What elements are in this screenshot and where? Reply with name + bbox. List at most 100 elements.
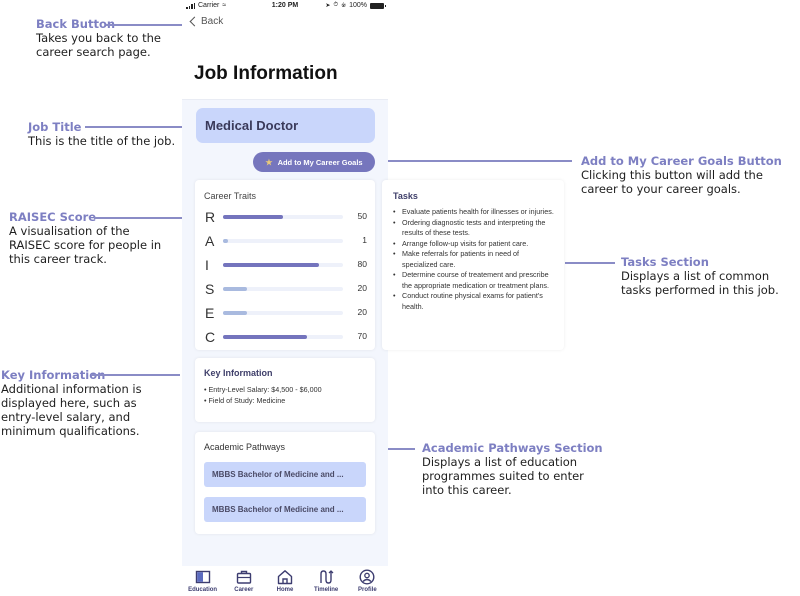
- trait-row: S 20: [205, 281, 367, 297]
- trait-bar-track: [223, 239, 343, 243]
- trait-bar-track: [223, 287, 343, 291]
- tab-label: Timeline: [314, 587, 339, 593]
- trait-letter: R: [205, 209, 216, 225]
- annotation-description: Displays a list of common tasks performe…: [621, 269, 779, 297]
- trait-bar-fill: [223, 239, 228, 243]
- tab-label: Education: [188, 587, 218, 593]
- tab-bar: Education Career Home Timeline Profile: [182, 566, 388, 596]
- tasks-card: Tasks Evaluate patients health for illne…: [382, 180, 564, 350]
- profile-icon: [359, 569, 375, 585]
- key-information-title: Key Information: [204, 368, 273, 378]
- annotation-connector: [388, 448, 415, 450]
- academic-pathways-card: Academic Pathways MBBS Bachelor of Medic…: [195, 432, 375, 534]
- trait-row: I 80: [205, 257, 367, 273]
- trait-value: 50: [357, 211, 367, 221]
- academic-pathways-title: Academic Pathways: [204, 442, 286, 452]
- annotation-connector: [565, 262, 615, 264]
- header-area: [182, 0, 388, 100]
- trait-letter: S: [205, 281, 215, 297]
- trait-bar-fill: [223, 287, 247, 291]
- battery-percent: 100%: [349, 2, 367, 9]
- status-bar: Carrier ≈ 1:20 PM ➤ ⏱ ※ 100%: [182, 2, 388, 13]
- battery-icon: [370, 2, 386, 9]
- briefcase-icon: [236, 570, 251, 584]
- annotation-connector: [94, 217, 182, 219]
- annotation-academic-pathways: Academic Pathways Section Displays a lis…: [422, 441, 603, 497]
- tab-timeline[interactable]: Timeline: [306, 566, 346, 596]
- key-information-card: Key Information Entry-Level Salary: $4,5…: [195, 358, 375, 422]
- annotation-description: Clicking this button will add the career…: [581, 168, 763, 196]
- trait-row: A1: [205, 233, 367, 249]
- career-traits-title: Career Traits: [204, 191, 257, 201]
- tab-label: Profile: [358, 587, 377, 593]
- tab-career[interactable]: Career: [224, 566, 264, 596]
- trait-value: 1: [362, 235, 367, 245]
- task-item: Evaluate patients health for illnesses o…: [393, 207, 555, 218]
- trait-bar-fill: [223, 335, 307, 339]
- annotation-job-title: Job Title This is the title of the job.: [28, 120, 178, 148]
- trait-letter: I: [205, 257, 209, 273]
- annotation-title: Add to My Career Goals Button: [581, 154, 782, 168]
- book-icon: [195, 570, 210, 584]
- add-goal-label: Add to My Career Goals: [277, 157, 363, 167]
- tab-profile[interactable]: Profile: [347, 566, 387, 596]
- trait-value: 20: [357, 283, 367, 293]
- trait-bar-fill: [223, 311, 247, 315]
- trait-row: R 50: [205, 209, 367, 225]
- trait-letter: C: [205, 329, 216, 345]
- annotation-connector: [85, 126, 182, 128]
- annotation-description: A visualisation of the RAISEC score for …: [9, 224, 162, 266]
- annotation-connector: [106, 24, 182, 26]
- key-information-item: Entry-Level Salary: $4,500 - $6,000: [204, 384, 322, 395]
- phone-screen: Carrier ≈ 1:20 PM ➤ ⏱ ※ 100% Back Job In…: [182, 0, 564, 596]
- home-icon: [277, 570, 293, 585]
- trait-letter: E: [205, 305, 215, 321]
- annotation-connector: [91, 374, 180, 376]
- bluetooth-icon: ※: [341, 3, 347, 9]
- annotation-description: This is the title of the job.: [28, 134, 176, 148]
- trait-letter: A: [205, 233, 215, 249]
- trait-bar-track: [223, 311, 343, 315]
- annotation-tasks-section: Tasks Section Displays a list of common …: [621, 255, 796, 297]
- annotation-description: Takes you back to the career search page…: [36, 31, 161, 59]
- trait-value: 20: [357, 307, 367, 317]
- tab-home[interactable]: Home: [265, 566, 305, 596]
- key-information-item: Field of Study: Medicine: [204, 395, 322, 406]
- task-item: Make referrals for patients in need of s…: [393, 249, 555, 270]
- career-traits-card: Career Traits R 50 A 1 I 80 S 20 E 20 C 70: [195, 180, 375, 350]
- task-item: Determine course of treatement and presc…: [393, 270, 555, 291]
- tab-education[interactable]: Education: [183, 566, 223, 596]
- annotation-description: Additional information is displayed here…: [1, 382, 142, 438]
- trait-row: E 20: [205, 305, 367, 321]
- timeline-icon: [320, 570, 334, 584]
- pathway-item[interactable]: MBBS Bachelor of Medicine and ...: [204, 462, 366, 487]
- task-item: Arrange follow-up visits for patient car…: [393, 239, 555, 250]
- back-label: Back: [201, 16, 224, 27]
- annotation-title: Tasks Section: [621, 255, 709, 269]
- pathway-item[interactable]: MBBS Bachelor of Medicine and ...: [204, 497, 366, 522]
- alarm-icon: ⏱: [333, 2, 339, 8]
- chevron-left-icon: [189, 16, 200, 27]
- trait-bar-track: [223, 215, 343, 219]
- annotation-title: Academic Pathways Section: [422, 441, 603, 455]
- annotation-connector: [378, 160, 572, 162]
- trait-bar-fill: [223, 215, 283, 219]
- trait-bar-track: [223, 335, 343, 339]
- annotation-add-goals: Add to My Career Goals Button Clicking t…: [581, 154, 782, 196]
- task-item: Conduct routine physical exams for patie…: [393, 291, 555, 312]
- task-item: Ordering diagnostic tests and interpreti…: [393, 218, 555, 239]
- add-to-career-goals-button[interactable]: ★ Add to My Career Goals: [253, 152, 375, 172]
- star-icon: ★: [265, 157, 273, 167]
- trait-value: 70: [357, 331, 367, 341]
- job-title: Medical Doctor: [196, 108, 375, 143]
- key-information-list: Entry-Level Salary: $4,500 - $6,000 Fiel…: [204, 384, 322, 406]
- annotation-key-information: Key Information Additional information i…: [1, 368, 151, 438]
- trait-bar-fill: [223, 263, 319, 267]
- trait-bar-track: [223, 263, 343, 267]
- back-button[interactable]: Back: [188, 16, 223, 27]
- tab-label: Home: [276, 587, 294, 593]
- page-title: Job Information: [194, 63, 338, 84]
- trait-value: 80: [357, 259, 367, 269]
- tasks-title: Tasks: [393, 191, 418, 201]
- tasks-list: Evaluate patients health for illnesses o…: [393, 207, 555, 312]
